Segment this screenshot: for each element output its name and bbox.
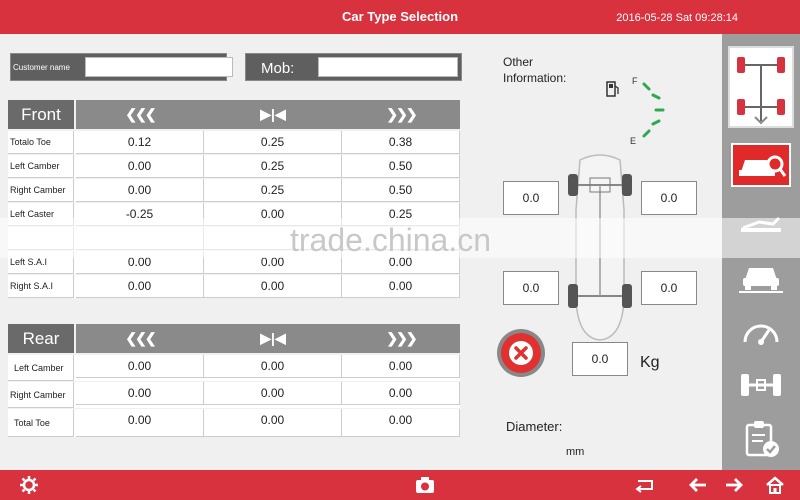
chassis-icon xyxy=(737,57,785,125)
rear-col-max-icon: ❯❯❯ xyxy=(386,330,417,346)
rear-title: Rear xyxy=(8,324,74,353)
row-label: Right Camber xyxy=(8,179,74,202)
row-value-max: 0.50 xyxy=(342,155,460,178)
row-value-center: 0.25 xyxy=(204,155,342,178)
front-left-value: 0.0 xyxy=(503,181,559,215)
table-row: Total Toe 0.00 0.00 0.00 xyxy=(8,409,460,437)
row-value-min: 0.00 xyxy=(76,155,204,178)
row-value-min: 0.12 xyxy=(76,131,204,154)
row-value-center: 0.00 xyxy=(204,409,342,437)
weight-value: 0.0 xyxy=(572,342,628,376)
arrow-left-icon[interactable] xyxy=(686,475,708,495)
axle-icon xyxy=(741,374,781,396)
delete-button[interactable] xyxy=(496,328,546,378)
row-value-min: 0.00 xyxy=(76,355,204,378)
row-label: Right S.A.I xyxy=(8,275,74,298)
row-label: Left Camber xyxy=(8,155,74,178)
bottom-bar xyxy=(0,470,800,500)
table-row: Left Camber 0.00 0.00 0.00 xyxy=(8,355,460,381)
rear-table: Rear ❮❮❮ ▶|◀ ❯❯❯ Left Camber 0.00 0.00 0… xyxy=(8,324,460,439)
rear-col-min-icon: ❮❮❮ xyxy=(125,330,156,346)
rear-header: ❮❮❮ ▶|◀ ❯❯❯ xyxy=(76,324,460,353)
front-col-max-icon: ❯❯❯ xyxy=(386,106,417,122)
datetime-display: 2016-05-28 Sat 09:28:14 xyxy=(616,12,738,24)
front-col-min-icon: ❮❮❮ xyxy=(125,106,156,122)
front-col-center-icon: ▶|◀ xyxy=(260,106,286,122)
diameter-unit-label: mm xyxy=(566,446,585,458)
row-label: Totalo Toe xyxy=(8,131,74,154)
row-value-max: 0.00 xyxy=(342,275,460,298)
row-value-center: 0.00 xyxy=(204,382,342,405)
front-table: Front ❮❮❮ ▶|◀ ❯❯❯ Totalo Toe 0.12 0.25 0… xyxy=(8,100,460,300)
speedometer-icon xyxy=(743,324,779,345)
row-value-min: 0.00 xyxy=(76,409,204,437)
row-value-max: 0.50 xyxy=(342,179,460,202)
mob-input[interactable] xyxy=(318,57,458,77)
top-bar: Car Type Selection 2016-05-28 Sat 09:28:… xyxy=(0,0,800,34)
customer-name-label: Customer name xyxy=(13,63,70,72)
row-value-center: 0.25 xyxy=(204,131,342,154)
row-value-center: 0.00 xyxy=(204,355,342,378)
table-row: Right S.A.I 0.00 0.00 0.00 xyxy=(8,275,460,298)
rear-left-value: 0.0 xyxy=(503,271,559,305)
gear-icon[interactable] xyxy=(18,475,40,495)
row-label: Right Camber xyxy=(8,382,74,408)
row-value-max: 0.00 xyxy=(342,355,460,378)
car-search-icon xyxy=(731,143,791,187)
fuel-gauge-ticks xyxy=(642,82,665,138)
watermark-text: trade.china.cn xyxy=(290,222,492,258)
sidebar-item-report[interactable] xyxy=(728,414,794,464)
row-value-min: 0.00 xyxy=(76,275,204,298)
sidebar-item-car-front[interactable] xyxy=(728,252,794,302)
car-front-icon xyxy=(739,268,783,293)
sidebar-item-axle[interactable] xyxy=(728,360,794,410)
table-row: Right Camber 0.00 0.25 0.50 xyxy=(8,179,460,202)
customer-name-input[interactable] xyxy=(85,57,233,77)
return-icon[interactable] xyxy=(634,475,656,495)
other-info-line2: Information: xyxy=(503,71,567,85)
row-label: Total Toe xyxy=(8,409,74,437)
rear-col-center-icon: ▶|◀ xyxy=(260,330,286,346)
front-title: Front xyxy=(8,100,74,129)
fuel-pump-icon xyxy=(606,81,619,97)
other-information-label: Other Information: xyxy=(503,54,566,86)
diameter-label: Diameter: xyxy=(506,419,563,434)
weight-unit-label: Kg xyxy=(640,354,660,371)
camera-icon[interactable] xyxy=(414,475,436,495)
row-value-max: 0.00 xyxy=(342,409,460,437)
row-value-max: 0.38 xyxy=(342,131,460,154)
arrow-right-icon[interactable] xyxy=(724,475,746,495)
front-right-value: 0.0 xyxy=(641,181,697,215)
customer-name-group: Customer name xyxy=(10,53,233,81)
table-row: Totalo Toe 0.12 0.25 0.38 xyxy=(8,131,460,154)
front-header: ❮❮❮ ▶|◀ ❯❯❯ xyxy=(76,100,460,129)
home-icon[interactable] xyxy=(764,475,786,495)
other-info-line1: Other xyxy=(503,55,534,69)
clipboard-check-icon xyxy=(745,421,779,457)
row-value-min: 0.00 xyxy=(76,382,204,405)
row-value-center: 0.25 xyxy=(204,179,342,202)
sidebar-item-chassis[interactable] xyxy=(728,46,794,128)
row-value-min: 0.00 xyxy=(76,179,204,202)
row-label: Left Camber xyxy=(8,355,74,381)
row-value-center: 0.00 xyxy=(204,275,342,298)
fuel-gauge: F E xyxy=(626,76,668,148)
mob-group: Mob: xyxy=(245,53,462,81)
sidebar-item-gauge[interactable] xyxy=(728,306,794,356)
rear-right-value: 0.0 xyxy=(641,271,697,305)
table-row: Right Camber 0.00 0.00 0.00 xyxy=(8,382,460,408)
row-value-max: 0.00 xyxy=(342,382,460,405)
mob-label: Mob: xyxy=(261,60,295,77)
sidebar-item-car-search[interactable] xyxy=(728,140,794,190)
table-row: Left Camber 0.00 0.25 0.50 xyxy=(8,155,460,178)
